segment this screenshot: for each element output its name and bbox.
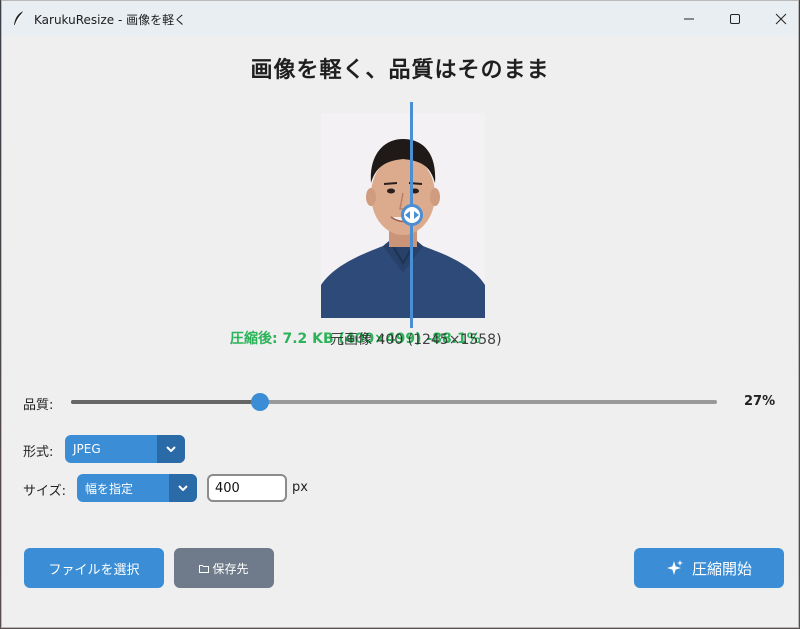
quality-label: 品質: bbox=[23, 398, 54, 413]
quality-slider-thumb[interactable] bbox=[251, 393, 270, 411]
format-selected-value: JPEG bbox=[73, 442, 101, 456]
feather-icon bbox=[14, 10, 25, 26]
app-window: KarukuResize - 画像を軽く 画像を軽く、品質はそのまま 圧縮後: … bbox=[1, 0, 799, 628]
close-icon bbox=[775, 13, 787, 24]
title-bar: KarukuResize - 画像を軽く bbox=[2, 1, 798, 36]
minimize-button[interactable] bbox=[666, 1, 712, 36]
minimize-icon bbox=[684, 18, 694, 19]
close-button[interactable] bbox=[758, 1, 798, 36]
size-mode-dropdown[interactable]: 幅を指定 bbox=[77, 474, 197, 502]
chevron-down-icon bbox=[166, 446, 176, 452]
save-destination-button-label: 保存先 bbox=[212, 561, 249, 576]
chevron-down-icon bbox=[178, 485, 188, 491]
original-size-text: 元画像 400 (1245×1558) bbox=[330, 332, 502, 348]
window-title: KarukuResize - 画像を軽く bbox=[34, 13, 187, 27]
quality-value: 27% bbox=[744, 394, 776, 409]
start-compression-button-label: 圧縮開始 bbox=[691, 559, 752, 578]
width-input[interactable] bbox=[207, 474, 287, 502]
page-title: 画像を軽く、品質はそのまま bbox=[250, 58, 550, 83]
select-file-button[interactable]: ファイルを選択 bbox=[24, 548, 164, 588]
quality-slider-track[interactable] bbox=[71, 400, 717, 404]
size-mode-selected-value: 幅を指定 bbox=[85, 481, 134, 496]
format-dropdown[interactable]: JPEG bbox=[65, 435, 185, 463]
format-label: 形式: bbox=[23, 445, 54, 460]
left-right-arrows-icon bbox=[405, 211, 419, 219]
sparkle-icon bbox=[666, 559, 684, 577]
maximize-icon bbox=[730, 13, 740, 24]
compression-result-label: 圧縮後: 7.2 KB (400×499) -88.1% 元画像 400 (12… bbox=[230, 328, 502, 348]
quality-slider-fill bbox=[71, 400, 261, 404]
start-compression-button[interactable]: 圧縮開始 bbox=[634, 548, 784, 588]
maximize-button[interactable] bbox=[712, 1, 758, 36]
select-file-button-label: ファイルを選択 bbox=[48, 562, 140, 578]
width-unit-label: px bbox=[292, 480, 308, 495]
compare-slider-handle[interactable] bbox=[401, 204, 423, 226]
folder-icon bbox=[199, 564, 210, 573]
save-destination-button[interactable]: 保存先 bbox=[174, 548, 274, 588]
format-dropdown-arrow[interactable] bbox=[157, 435, 185, 463]
size-label: サイズ: bbox=[23, 484, 66, 499]
size-mode-dropdown-arrow[interactable] bbox=[169, 474, 197, 502]
